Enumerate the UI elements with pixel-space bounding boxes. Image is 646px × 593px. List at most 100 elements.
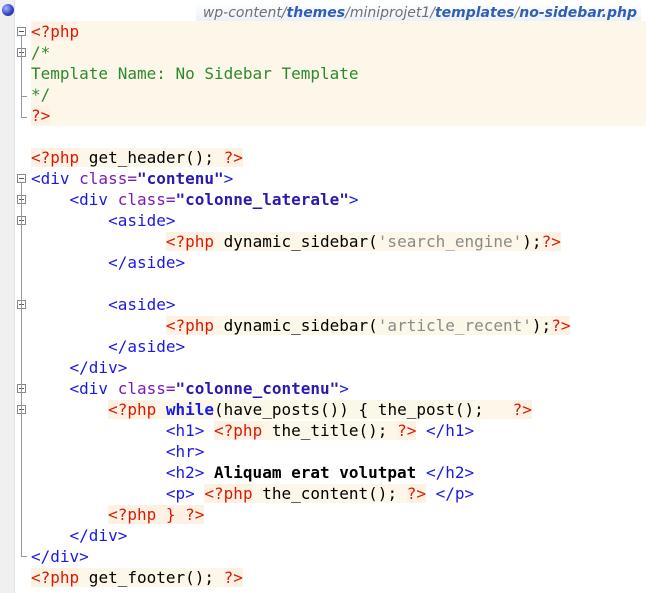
- html-tag: <div: [69, 190, 109, 209]
- attribute-value: "colonne_contenu": [175, 379, 340, 398]
- code-line-19: <?php while(have_posts()) { the_post(); …: [31, 399, 646, 420]
- html-tag: </h2>: [425, 463, 475, 482]
- code-line-4: */: [31, 84, 646, 105]
- breadcrumb-segment-templates[interactable]: templates: [435, 5, 515, 21]
- php-close-tag: ?>: [512, 400, 532, 419]
- html-tag: <aside>: [108, 295, 176, 314]
- code-line-21: <hr>: [31, 441, 646, 462]
- code-editor[interactable]: <?php /* Template Name: No Sidebar Templ…: [31, 21, 646, 588]
- html-tag: </div>: [69, 526, 128, 545]
- breadcrumb-segment-miniprojet1[interactable]: miniprojet1: [350, 5, 430, 21]
- attribute-value: "contenu": [136, 169, 224, 188]
- php-close-tag: ?>: [223, 568, 243, 587]
- php-keyword: while: [165, 400, 215, 419]
- comment: Template Name: No Sidebar Template: [31, 64, 359, 83]
- comment: /*: [31, 43, 51, 62]
- heading-text: Aliquam erat volutpat: [204, 463, 426, 482]
- html-attribute: class=: [108, 379, 176, 398]
- html-tag: >: [348, 190, 359, 209]
- code-line-15: <?php dynamic_sidebar('article_recent');…: [31, 315, 646, 336]
- php-close-tag: ?>: [397, 421, 417, 440]
- function-call: dynamic_sidebar(: [214, 232, 378, 251]
- punctuation: ();: [185, 148, 224, 167]
- punctuation: );: [522, 232, 542, 251]
- php-close-tag: ?>: [185, 505, 205, 524]
- function-call: the_content();: [252, 484, 407, 503]
- attribute-value: "colonne_laterale": [175, 190, 349, 209]
- code-line-20: <h1> <?php the_title(); ?> </h1>: [31, 420, 646, 441]
- html-attribute: class=: [108, 190, 176, 209]
- fold-collapse-icon[interactable]: [17, 174, 26, 183]
- breadcrumb-prefix: wp-content/: [202, 5, 287, 21]
- php-close-tag: ?>: [406, 484, 426, 503]
- php-open-tag: <?php: [165, 316, 215, 335]
- code-line-12: </aside>: [31, 252, 646, 273]
- html-tag: </aside>: [108, 253, 186, 272]
- html-tag: <div: [69, 379, 109, 398]
- fold-collapse-icon[interactable]: [17, 27, 26, 36]
- php-open-tag: <?php: [204, 484, 253, 503]
- html-tag: </h1>: [425, 421, 475, 440]
- html-tag: <aside>: [108, 211, 176, 230]
- function-call: (have_posts()) { the_post();: [214, 400, 513, 419]
- code-line-17: </div>: [31, 357, 646, 378]
- php-open-tag: <?php: [214, 421, 263, 440]
- code-line-25: </div>: [31, 525, 646, 546]
- php-open-tag: <?php: [31, 22, 80, 41]
- php-close-tag: ?>: [31, 106, 51, 125]
- code-line-2: /*: [31, 42, 646, 63]
- breadcrumb-segment-themes[interactable]: themes: [287, 5, 346, 21]
- code-line-23: <p> <?php the_content(); ?> </p>: [31, 483, 646, 504]
- fold-end-tick: [21, 117, 27, 118]
- code-line-24: <?php } ?>: [31, 504, 646, 525]
- php-open-tag: <?php: [31, 148, 80, 167]
- function-call: get_footer();: [79, 568, 224, 587]
- code-line-5: ?>: [31, 105, 646, 126]
- html-tag: </div>: [31, 547, 89, 566]
- code-line-11: <?php dynamic_sidebar('search_engine');?…: [31, 231, 646, 252]
- html-tag: <h1>: [165, 421, 205, 440]
- php-open-tag: <?php: [108, 400, 157, 419]
- comment: */: [31, 85, 51, 104]
- php-open-tag: <?php: [165, 232, 215, 251]
- code-line-3: Template Name: No Sidebar Template: [31, 63, 646, 84]
- html-tag: <p>: [165, 484, 195, 503]
- fold-end-tick: [21, 556, 27, 557]
- fold-margin: [0, 0, 30, 593]
- function-call: the_title();: [262, 421, 398, 440]
- code-line-7: <?php get_header(); ?>: [31, 147, 646, 168]
- code-line-14: <aside>: [31, 294, 646, 315]
- code-line-16: </aside>: [31, 336, 646, 357]
- html-tag: </aside>: [108, 337, 186, 356]
- punctuation: );: [531, 316, 552, 335]
- code-line-27: <?php get_footer(); ?>: [31, 567, 646, 588]
- html-attribute: class=: [69, 169, 137, 188]
- string-literal: 'article_recent': [377, 316, 532, 335]
- breadcrumb-segment-file[interactable]: no-sidebar.php: [519, 5, 637, 21]
- php-close-tag: ?>: [551, 316, 571, 335]
- code-line-10: <aside>: [31, 210, 646, 231]
- php-close-tag: ?>: [223, 148, 243, 167]
- php-brace: }: [156, 505, 186, 524]
- php-open-tag: <?php: [31, 568, 80, 587]
- code-line-8: <div class="contenu">: [31, 168, 646, 189]
- html-tag: <div: [31, 169, 70, 188]
- code-line-26: </div>: [31, 546, 646, 567]
- string-literal: 'search_engine': [377, 232, 523, 251]
- php-open-tag: <?php: [108, 505, 157, 524]
- fold-line: [21, 183, 22, 556]
- html-tag: </div>: [69, 358, 128, 377]
- html-tag: <hr>: [165, 442, 205, 461]
- function-call: get_header: [79, 148, 186, 167]
- html-tag: <h2>: [165, 463, 205, 482]
- code-line-18: <div class="colonne_contenu">: [31, 378, 646, 399]
- php-close-tag: ?>: [541, 232, 561, 251]
- code-line-1: <?php: [31, 21, 646, 42]
- html-tag: </p>: [435, 484, 475, 503]
- fold-line: [21, 36, 22, 117]
- code-line-22: <h2> Aliquam erat volutpat </h2>: [31, 462, 646, 483]
- function-call: dynamic_sidebar(: [214, 316, 378, 335]
